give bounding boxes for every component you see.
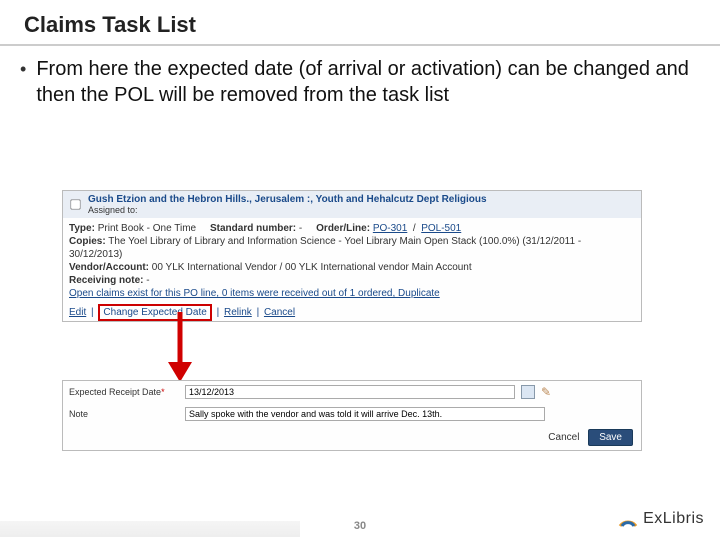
required-star: * [161, 387, 165, 397]
footer-accent [0, 521, 300, 537]
warning-text: Open claims exist for this PO line, 0 it… [69, 287, 635, 300]
note-label: Note [69, 409, 179, 419]
vendor-label: Vendor/Account: [69, 262, 149, 273]
expected-date-form: Expected Receipt Date* ✎ Note Cancel Sav… [62, 380, 642, 451]
copies-label: Copies: [69, 236, 106, 247]
page-number: 30 [354, 520, 366, 532]
expected-date-input[interactable] [185, 385, 515, 399]
red-arrow [150, 312, 210, 384]
bullet-marker: • [20, 56, 26, 108]
task-body: Type: Print Book - One Time Standard num… [63, 218, 641, 304]
exlibris-logo: ExLibris [617, 508, 704, 530]
copies-value: The Yoel Library of Library and Informat… [69, 236, 581, 260]
type-value: Print Book - One Time [98, 223, 196, 234]
task-list-panel: Gush Etzion and the Hebron Hills., Jerus… [62, 190, 642, 322]
sep: | [257, 307, 262, 318]
sep: | [91, 307, 96, 318]
title-rule [0, 44, 720, 46]
cancel-link[interactable]: Cancel [264, 307, 295, 318]
edit-link[interactable]: Edit [69, 307, 86, 318]
receiving-note-label: Receiving note: [69, 275, 143, 286]
form-save-button[interactable]: Save [588, 429, 633, 446]
vendor-value: 00 YLK International Vendor / 00 YLK Int… [152, 262, 472, 273]
pol-link[interactable]: POL-501 [421, 223, 461, 234]
bullet-item: • From here the expected date (of arriva… [0, 56, 720, 114]
po-link[interactable]: PO-301 [373, 223, 407, 234]
standard-number-label: Standard number: [210, 223, 296, 234]
orderline-label: Order/Line: [316, 223, 370, 234]
task-title: Gush Etzion and the Hebron Hills., Jerus… [88, 194, 487, 205]
standard-number-value: - [299, 223, 302, 234]
logo-icon [617, 508, 639, 530]
relink-link[interactable]: Relink [224, 307, 252, 318]
calendar-icon[interactable] [521, 385, 535, 399]
bullet-text: From here the expected date (of arrival … [36, 56, 696, 108]
row-checkbox[interactable] [70, 199, 80, 209]
sep: | [217, 307, 222, 318]
form-cancel-button[interactable]: Cancel [548, 432, 579, 443]
slash: / [413, 223, 416, 234]
clear-icon[interactable]: ✎ [541, 385, 551, 399]
logo-text: ExLibris [643, 510, 704, 528]
type-label: Type: [69, 223, 95, 234]
expected-date-label: Expected Receipt Date [69, 387, 161, 397]
slide-title: Claims Task List [0, 0, 720, 44]
receiving-note-value: - [146, 275, 149, 286]
note-input[interactable] [185, 407, 545, 421]
assigned-to-label: Assigned to: [88, 205, 487, 215]
task-header: Gush Etzion and the Hebron Hills., Jerus… [63, 191, 641, 218]
